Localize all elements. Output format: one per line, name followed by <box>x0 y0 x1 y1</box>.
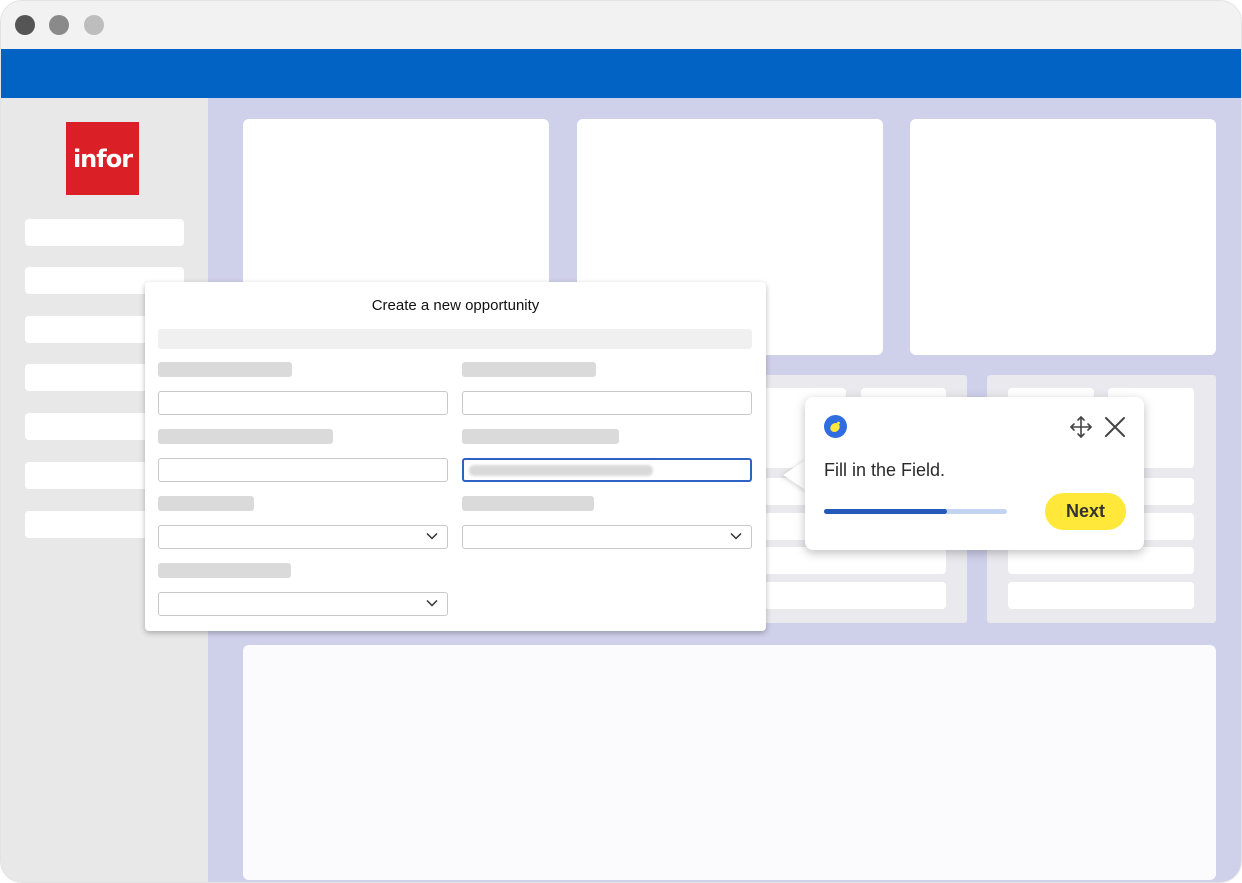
tooltip-message: Fill in the Field. <box>824 460 946 480</box>
right-field-2[interactable] <box>462 458 752 482</box>
dashboard-card <box>910 119 1216 355</box>
field-label <box>462 362 596 377</box>
app-logo-icon <box>824 415 847 438</box>
left-field-1[interactable] <box>158 391 448 415</box>
create-opportunity-dialog: Create a new opportunity <box>145 282 766 631</box>
list-row <box>1008 582 1194 609</box>
step-progress-fill <box>824 509 947 514</box>
chevron-down-icon <box>425 596 439 610</box>
chevron-down-icon <box>729 529 743 543</box>
list-row <box>1008 547 1194 574</box>
infor-logo: infor <box>66 122 139 195</box>
next-button[interactable]: Next <box>1045 493 1126 530</box>
field-label <box>158 429 333 444</box>
logo-text: infor <box>72 144 133 173</box>
left-select-2[interactable] <box>158 592 448 616</box>
list-row <box>764 582 946 609</box>
window-close-dot[interactable] <box>15 15 35 35</box>
field-label <box>158 362 292 377</box>
window-titlebar <box>1 1 1241 49</box>
tooltip-pointer <box>783 459 807 491</box>
field-label <box>158 563 291 578</box>
guidance-tooltip: Fill in the Field. Next <box>805 397 1144 550</box>
window-minimize-dot[interactable] <box>49 15 69 35</box>
window-maximize-dot[interactable] <box>84 15 104 35</box>
dialog-toolbar-placeholder <box>158 329 752 349</box>
left-select-1[interactable] <box>158 525 448 549</box>
close-icon[interactable] <box>1102 414 1128 440</box>
right-field-1[interactable] <box>462 391 752 415</box>
dialog-title: Create a new opportunity <box>371 297 540 314</box>
app-header-bar <box>1 49 1241 98</box>
field-label <box>462 429 619 444</box>
right-select-1[interactable] <box>462 525 752 549</box>
chevron-down-icon <box>425 529 439 543</box>
left-field-2[interactable] <box>158 458 448 482</box>
list-row <box>764 547 946 574</box>
move-icon[interactable] <box>1069 415 1093 439</box>
browser-window: infor Create a new opportunity Fill in t… <box>0 0 1242 883</box>
step-progress-bar <box>824 509 1007 514</box>
sidebar-item[interactable] <box>25 219 184 246</box>
blurred-input-value <box>469 465 653 476</box>
bottom-card <box>243 645 1216 880</box>
field-label <box>158 496 254 511</box>
field-label <box>462 496 594 511</box>
